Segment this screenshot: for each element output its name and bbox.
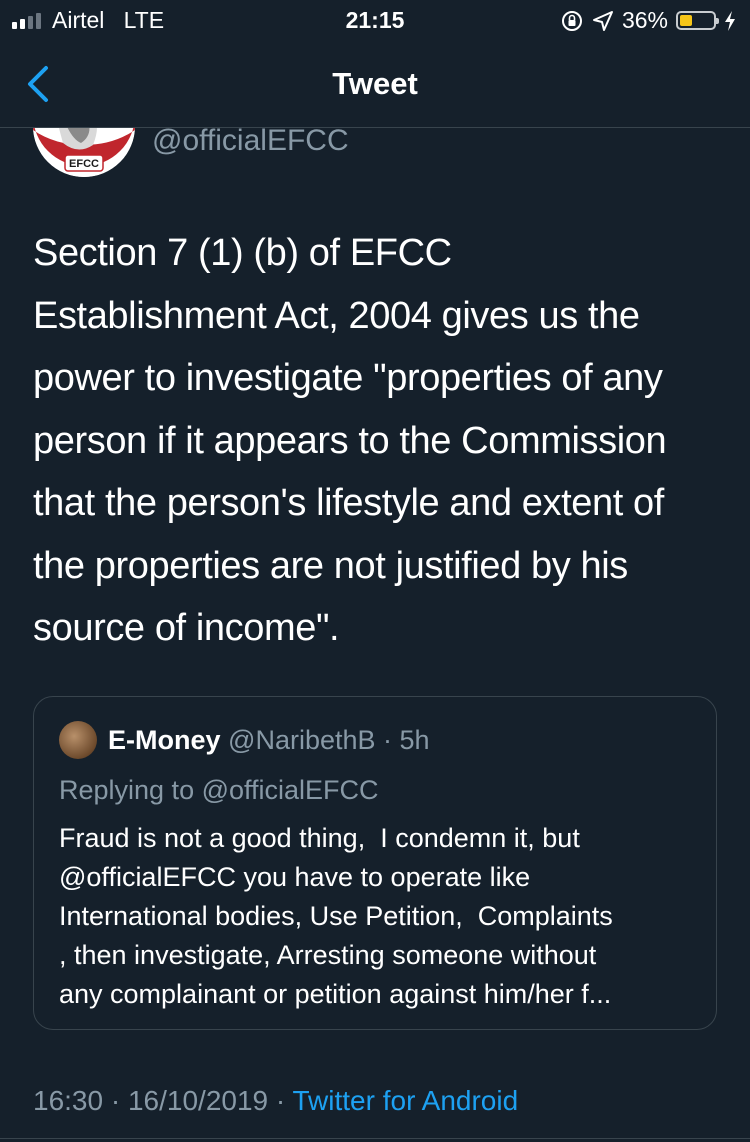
tweet-source-link[interactable]: Twitter for Android (293, 1085, 519, 1116)
avatar-logo-text: EFCC (69, 158, 99, 170)
nav-bar: Tweet (0, 40, 750, 128)
quote-text-line: , then investigate, Arresting someone wi… (59, 940, 597, 970)
location-arrow-icon (592, 10, 613, 31)
tweet-text-line: Establishment Act, 2004 gives us the (33, 294, 640, 337)
separator-dot: · (375, 725, 400, 755)
tweet-text-line: Section 7 (1) (b) of EFCC (33, 232, 452, 274)
charging-bolt-icon (725, 10, 735, 31)
quote-author-handle: @NaribethB (228, 725, 376, 755)
tweet-text-line: that the person's lifestyle and extent o… (33, 482, 664, 524)
tweet-text-line: power to investigate "properties of any (33, 357, 663, 399)
rotation-lock-icon (561, 10, 582, 31)
quote-text-line: International bodies, Use Petition, Comp… (59, 901, 613, 931)
quote-text-line: Fraud is not a good thing, I condemn it,… (59, 823, 580, 853)
divider (0, 1138, 750, 1139)
quote-header: E-Money @NaribethB · 5h (108, 725, 430, 756)
quote-author-avatar (59, 721, 97, 759)
quote-author-name: E-Money (108, 725, 221, 755)
quote-time: 5h (399, 725, 430, 755)
author-handle[interactable]: @officialEFCC (152, 124, 349, 158)
tweet-text-line: person if it appears to the Commission (33, 419, 667, 462)
tweet-text-line: source of income". (33, 607, 340, 649)
separator-dot: · (103, 1085, 128, 1116)
quote-text: Fraud is not a good thing, I condemn it,… (59, 819, 699, 1014)
tweet-metadata: 16:30 · 16/10/2019 · Twitter for Android (33, 1085, 518, 1117)
status-right-group: 36% (560, 7, 736, 34)
battery-icon (676, 11, 719, 30)
page-title: Tweet (332, 66, 418, 101)
tweet-text: Section 7 (1) (b) of EFCC Establishment … (33, 222, 723, 660)
quote-text-line: any complainant or petition against him/… (59, 979, 612, 1009)
battery-level-fill (680, 15, 692, 26)
quoted-tweet-card[interactable]: E-Money @NaribethB · 5h Replying to @off… (33, 696, 717, 1030)
tweet-time: 16:30 (33, 1085, 104, 1116)
tweet-text-line: the properties are not justified by his (33, 544, 628, 587)
separator-dot: · (268, 1085, 293, 1116)
status-bar: Airtel LTE 21:15 36% (0, 0, 750, 40)
replying-to-label: Replying to @officialEFCC (59, 775, 379, 805)
tweet-date: 16/10/2019 (127, 1085, 269, 1116)
battery-percent: 36% (621, 7, 668, 33)
quote-text-line: @officialEFCC you have to operate like (59, 862, 531, 892)
